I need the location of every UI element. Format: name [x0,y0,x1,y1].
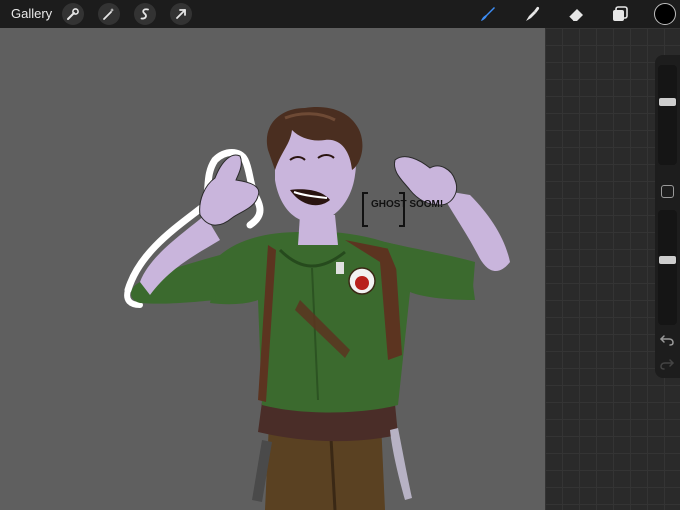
redo-icon [660,359,674,370]
adjustments-button[interactable] [98,3,120,25]
collar-pin [336,262,344,274]
smudge-tool-button[interactable] [521,3,543,25]
undo-button[interactable] [659,333,675,347]
badge-center [355,276,369,290]
brush-size-handle[interactable] [659,98,676,106]
brush-icon [481,7,495,21]
eraser-tool-button[interactable] [565,3,587,25]
redo-button[interactable] [659,357,675,371]
wrench-icon [67,8,79,20]
selection-icon [140,8,149,20]
eraser-icon [568,9,583,22]
gallery-button[interactable]: Gallery [11,6,52,21]
signature-text: GHOST SOOM! [371,199,443,210]
opacity-slider[interactable] [658,210,677,325]
color-picker-button[interactable] [654,3,676,25]
selection-button[interactable] [134,3,156,25]
modify-button[interactable] [661,185,674,198]
brush-tool-button[interactable] [477,3,499,25]
layers-button[interactable] [609,3,631,25]
brush-sidebar [655,55,680,378]
brush-size-slider[interactable] [658,65,677,165]
drawing-canvas[interactable]: GHOST SOOM! [0,28,545,510]
smudge-icon [526,6,540,21]
transform-button[interactable] [170,3,192,25]
layers-icon [613,6,628,21]
hanging-tool [390,428,412,500]
undo-icon [660,335,674,346]
top-toolbar: Gallery [0,0,680,28]
actions-button[interactable] [62,3,84,25]
transform-arrow-icon [176,9,186,19]
opacity-handle[interactable] [659,256,676,264]
magic-wand-icon [103,8,115,20]
artwork-illustration: GHOST SOOM! [124,107,510,510]
